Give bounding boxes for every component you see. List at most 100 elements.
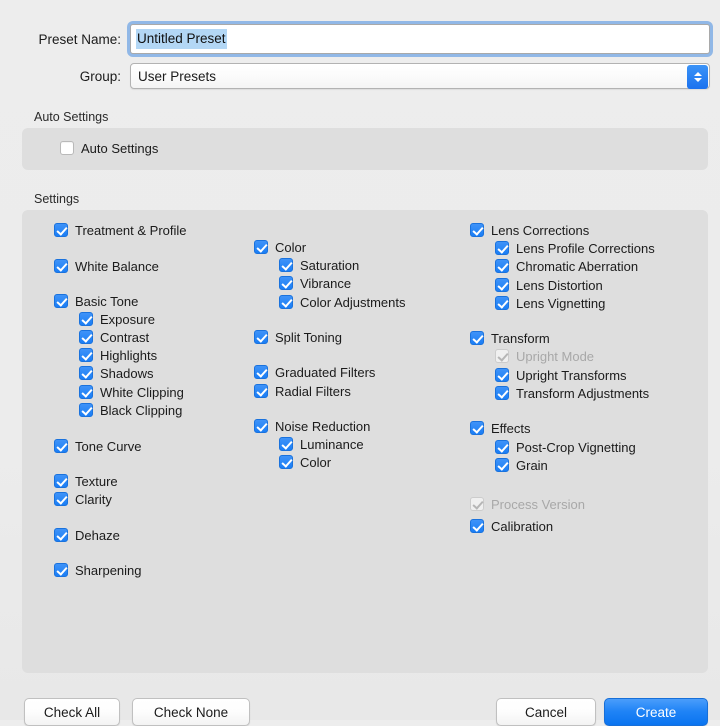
checkbox-lens-distortion[interactable]: Lens Distortion [495,276,603,294]
checkbox-label: Transform Adjustments [516,385,650,401]
checkbox-color[interactable]: Color [254,238,306,256]
preset-name-input[interactable]: Untitled Preset [130,24,710,54]
checkbox-lens-vignetting[interactable]: Lens Vignetting [495,294,605,312]
checkbox-label: Treatment & Profile [75,222,187,238]
checkbox-auto-settings[interactable]: Auto Settings [60,139,158,157]
checkbox-noise-reduction[interactable]: Noise Reduction [254,417,370,435]
checkbox-icon [495,368,509,382]
checkbox-label: Lens Profile Corrections [516,240,655,256]
chevron-up-down-icon[interactable] [687,65,708,89]
create-button[interactable]: Create [604,698,708,726]
checkbox-chromatic-aberration[interactable]: Chromatic Aberration [495,257,638,275]
checkbox-highlights[interactable]: Highlights [79,346,157,364]
checkbox-icon [470,331,484,345]
checkbox-label: Split Toning [275,329,342,345]
checkbox-label: Texture [75,473,118,489]
checkbox-label: Shadows [100,365,154,381]
checkbox-lens-profile-corrections[interactable]: Lens Profile Corrections [495,239,655,257]
checkbox-treatment-profile[interactable]: Treatment & Profile [54,221,187,239]
group-label: Group: [79,68,121,84]
checkbox-color[interactable]: Color [279,453,331,471]
checkbox-luminance[interactable]: Luminance [279,435,364,453]
checkbox-label: Contrast [100,329,150,345]
checkbox-label: Upright Mode [516,348,595,364]
checkbox-shadows[interactable]: Shadows [79,364,153,382]
checkbox-icon [254,419,268,433]
checkbox-icon [470,519,484,533]
checkbox-label: Color [300,454,332,470]
checkbox-icon [495,458,509,472]
checkbox-icon [279,276,293,290]
checkbox-exposure[interactable]: Exposure [79,310,155,328]
checkbox-icon [254,240,268,254]
check-none-button[interactable]: Check None [132,698,250,726]
checkbox-radial-filters[interactable]: Radial Filters [254,382,351,400]
checkbox-color-adjustments[interactable]: Color Adjustments [279,293,406,311]
checkbox-icon [279,258,293,272]
checkbox-lens-corrections[interactable]: Lens Corrections [470,221,589,239]
checkbox-label: Dehaze [75,527,120,543]
checkbox-label: Tone Curve [75,438,142,454]
checkbox-label: Highlights [100,347,158,363]
checkbox-effects[interactable]: Effects [470,419,531,437]
checkbox-dehaze[interactable]: Dehaze [54,526,120,544]
checkbox-sharpening[interactable]: Sharpening [54,561,142,579]
checkbox-label: Sharpening [75,562,142,578]
checkbox-icon [79,312,93,326]
checkbox-label: Noise Reduction [275,418,371,434]
checkbox-label: Basic Tone [75,293,139,309]
checkbox-icon [495,440,509,454]
checkbox-label: Black Clipping [100,402,183,418]
checkbox-post-crop-vignetting[interactable]: Post-Crop Vignetting [495,438,636,456]
checkbox-saturation[interactable]: Saturation [279,256,359,274]
checkbox-texture[interactable]: Texture [54,472,118,490]
checkbox-icon [495,349,509,363]
group-popup-button[interactable]: User Presets [130,63,710,89]
checkbox-calibration[interactable]: Calibration [470,517,553,535]
checkbox-icon [495,296,509,310]
checkbox-upright-mode: Upright Mode [495,347,594,365]
checkbox-white-balance[interactable]: White Balance [54,257,159,275]
checkbox-label: Vibrance [300,275,352,291]
checkbox-upright-transforms[interactable]: Upright Transforms [495,366,627,384]
checkbox-icon [79,330,93,344]
checkbox-icon [279,295,293,309]
checkbox-transform[interactable]: Transform [470,329,550,347]
checkbox-black-clipping[interactable]: Black Clipping [79,401,182,419]
check-all-button[interactable]: Check All [24,698,120,726]
checkbox-icon [495,259,509,273]
checkbox-white-clipping[interactable]: White Clipping [79,383,184,401]
checkbox-icon [54,259,68,273]
checkbox-label: Color [275,239,307,255]
checkbox-icon [54,528,68,542]
preset-name-row: Preset Name: Untitled Preset [0,24,710,54]
checkbox-label: Saturation [300,257,360,273]
checkbox-label: Clarity [75,491,112,507]
checkbox-graduated-filters[interactable]: Graduated Filters [254,363,375,381]
checkbox-label: Grain [516,457,548,473]
checkbox-split-toning[interactable]: Split Toning [254,328,342,346]
checkbox-contrast[interactable]: Contrast [79,328,149,346]
checkbox-icon [54,474,68,488]
checkbox-label: Chromatic Aberration [516,258,639,274]
checkbox-icon [79,403,93,417]
checkbox-label: Lens Vignetting [516,295,606,311]
checkbox-label: Upright Transforms [516,367,627,383]
checkbox-grain[interactable]: Grain [495,456,548,474]
checkbox-icon [470,421,484,435]
checkbox-transform-adjustments[interactable]: Transform Adjustments [495,384,649,402]
checkbox-basic-tone[interactable]: Basic Tone [54,292,138,310]
checkbox-vibrance[interactable]: Vibrance [279,274,351,292]
checkbox-tone-curve[interactable]: Tone Curve [54,437,141,455]
checkbox-icon [54,563,68,577]
checkbox-label: Process Version [491,496,585,512]
checkbox-icon [79,366,93,380]
checkbox-icon [495,278,509,292]
checkbox-label: Radial Filters [275,383,351,399]
checkbox-icon [79,385,93,399]
checkbox-label: Effects [491,420,531,436]
group-row: Group: User Presets [0,62,710,90]
checkbox-clarity[interactable]: Clarity [54,490,112,508]
cancel-button[interactable]: Cancel [496,698,596,726]
checkbox-icon [254,330,268,344]
